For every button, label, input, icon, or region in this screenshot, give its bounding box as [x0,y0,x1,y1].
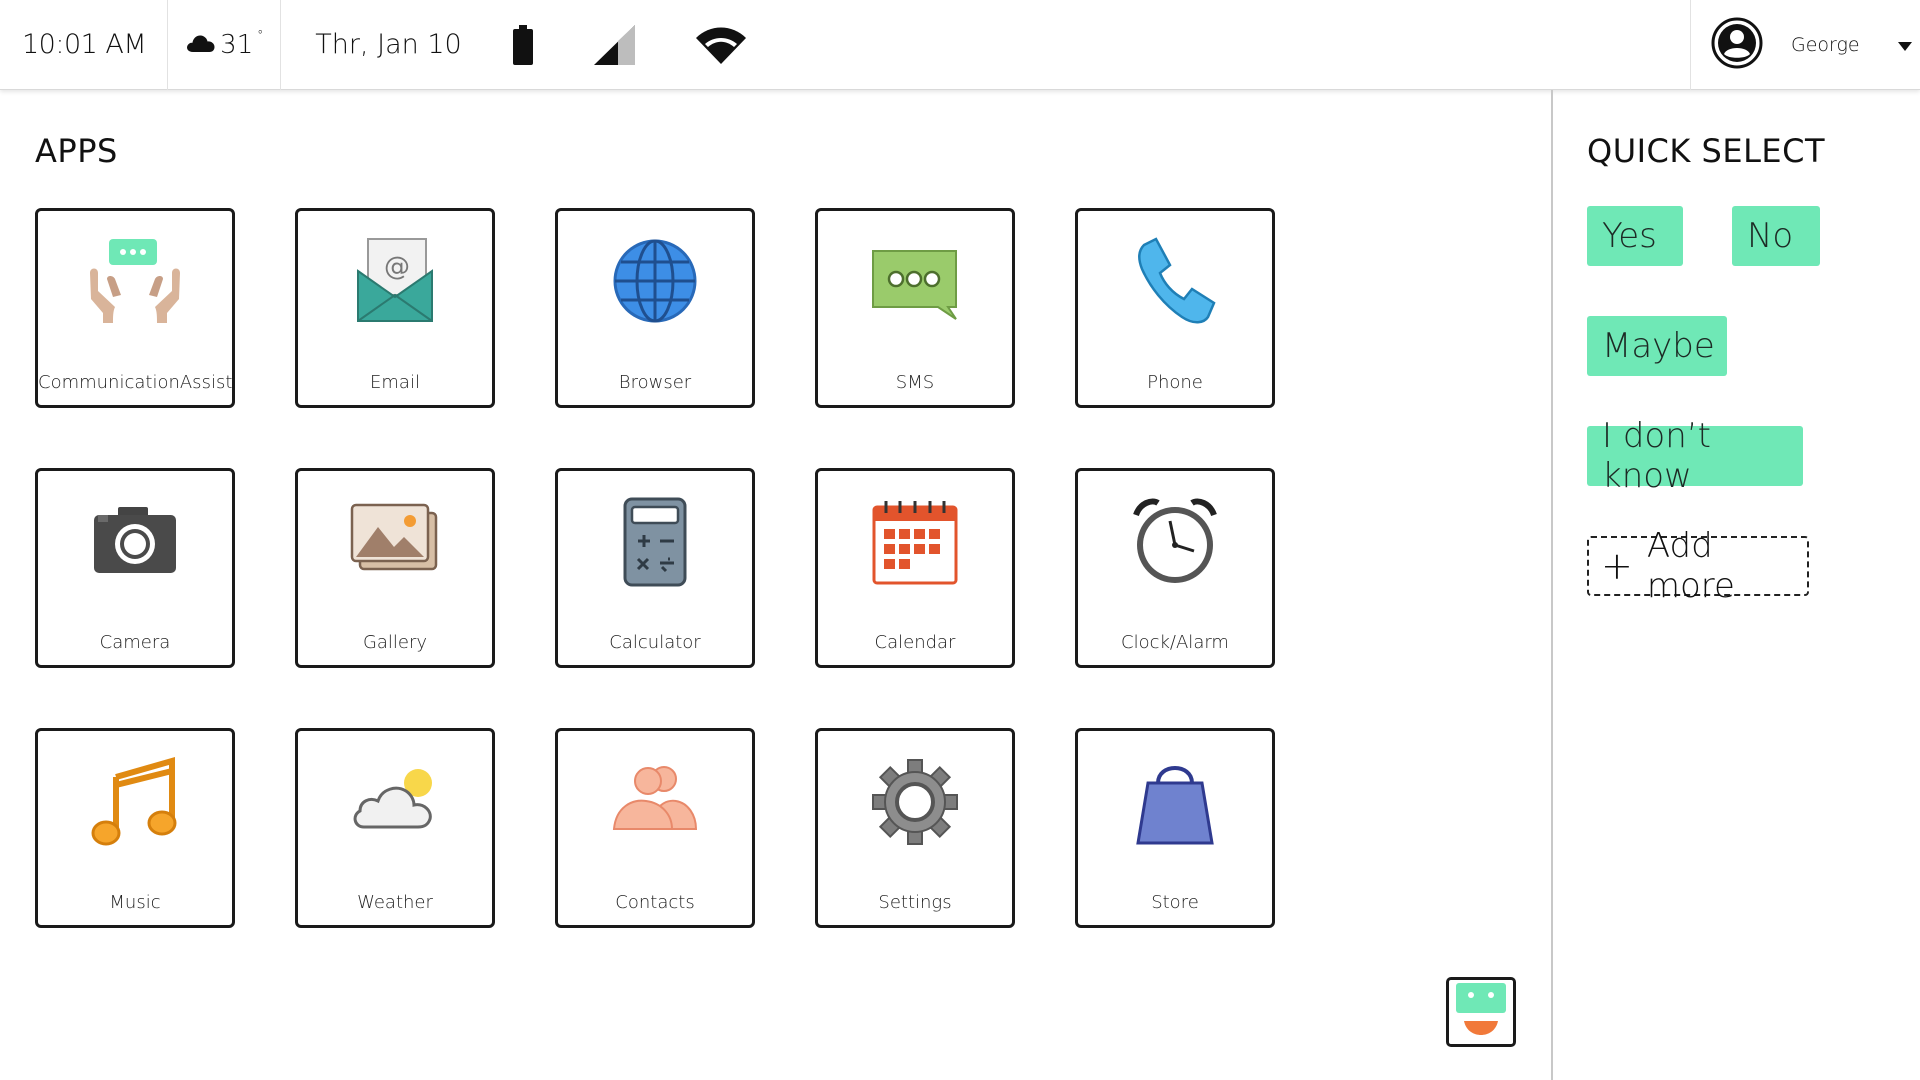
add-more-label: Add more [1646,526,1735,606]
calculator-icon [558,497,752,587]
app-label: SMS [895,372,935,393]
wifi-icon [695,26,746,64]
app-label: Contacts [615,892,695,913]
quick-select-yes[interactable]: Yes [1587,206,1683,266]
assistant-button[interactable] [1446,977,1516,1047]
music-note-icon [38,757,232,847]
app-label: Settings [878,892,952,913]
app-label: Calendar [874,632,956,653]
app-tile-phone[interactable]: Phone [1075,208,1275,408]
app-label: Clock/Alarm [1121,632,1229,653]
app-tile-calendar[interactable]: Calendar [815,468,1015,668]
app-grid: CommunicationAssist @ Email Browser SMS … [35,208,1275,928]
date-display: Thr, Jan 10 [315,29,462,60]
contacts-icon [558,757,752,847]
chevron-down-icon[interactable] [1897,36,1912,55]
app-tile-camera[interactable]: Camera [35,468,235,668]
app-tile-calculator[interactable]: Calculator [555,468,755,668]
quick-select-i-dont-know[interactable]: I don’t know [1587,416,1803,496]
app-tile-communicationassist[interactable]: CommunicationAssist [35,208,235,408]
plus-icon: + [1601,544,1633,588]
panel-divider [1551,90,1553,1080]
signal-icon [593,24,636,65]
weather-icon [298,757,492,847]
temperature: 31 [220,29,254,60]
assistant-face-icon [1456,983,1506,1041]
status-bar: 10:01 AM 31 ° Thr, Jan 10 George [0,0,1920,90]
cloud-icon [186,30,216,60]
app-label: Phone [1147,372,1203,393]
hands-chat-icon [38,237,232,327]
gallery-icon [298,497,492,587]
quick-select-title: QUICK SELECT [1587,132,1826,170]
email-icon: @ [298,237,492,327]
shopping-bag-icon [1078,757,1272,847]
app-label: Browser [618,372,692,393]
svg-text:@: @ [384,252,410,282]
app-tile-music[interactable]: Music [35,728,235,928]
quick-select-no[interactable]: No [1732,206,1820,266]
app-label: CommunicationAssist [38,372,233,393]
apps-title: APPS [35,132,118,170]
app-label: Weather [357,892,433,913]
app-label: Music [109,892,161,913]
app-tile-email[interactable]: @ Email [295,208,495,408]
calendar-icon [818,497,1012,587]
globe-icon [558,237,752,327]
app-label: Email [370,372,420,393]
app-tile-gallery[interactable]: Gallery [295,468,495,668]
app-tile-contacts[interactable]: Contacts [555,728,755,928]
app-tile-sms[interactable]: SMS [815,208,1015,408]
app-label: Camera [99,632,171,653]
user-menu[interactable]: George [1690,0,1920,90]
alarm-clock-icon [1078,497,1272,587]
degree-symbol: ° [257,27,264,42]
clock-time: 10:01 AM [0,0,169,90]
user-avatar-icon [1711,17,1763,73]
user-name: George [1791,34,1860,56]
gear-icon [818,757,1012,847]
app-label: Store [1151,892,1199,913]
sms-bubble-icon [818,237,1012,327]
app-label: Calculator [609,632,701,653]
camera-icon [38,497,232,587]
add-more-button[interactable]: + Add more [1587,526,1809,606]
app-tile-browser[interactable]: Browser [555,208,755,408]
battery-icon [512,24,534,65]
app-tile-weather[interactable]: Weather [295,728,495,928]
app-tile-settings[interactable]: Settings [815,728,1015,928]
app-tile-clock-alarm[interactable]: Clock/Alarm [1075,468,1275,668]
quick-select-maybe[interactable]: Maybe [1587,316,1727,376]
phone-icon [1078,237,1272,327]
app-tile-store[interactable]: Store [1075,728,1275,928]
app-label: Gallery [362,632,428,653]
weather-indicator[interactable]: 31 ° [168,0,282,90]
